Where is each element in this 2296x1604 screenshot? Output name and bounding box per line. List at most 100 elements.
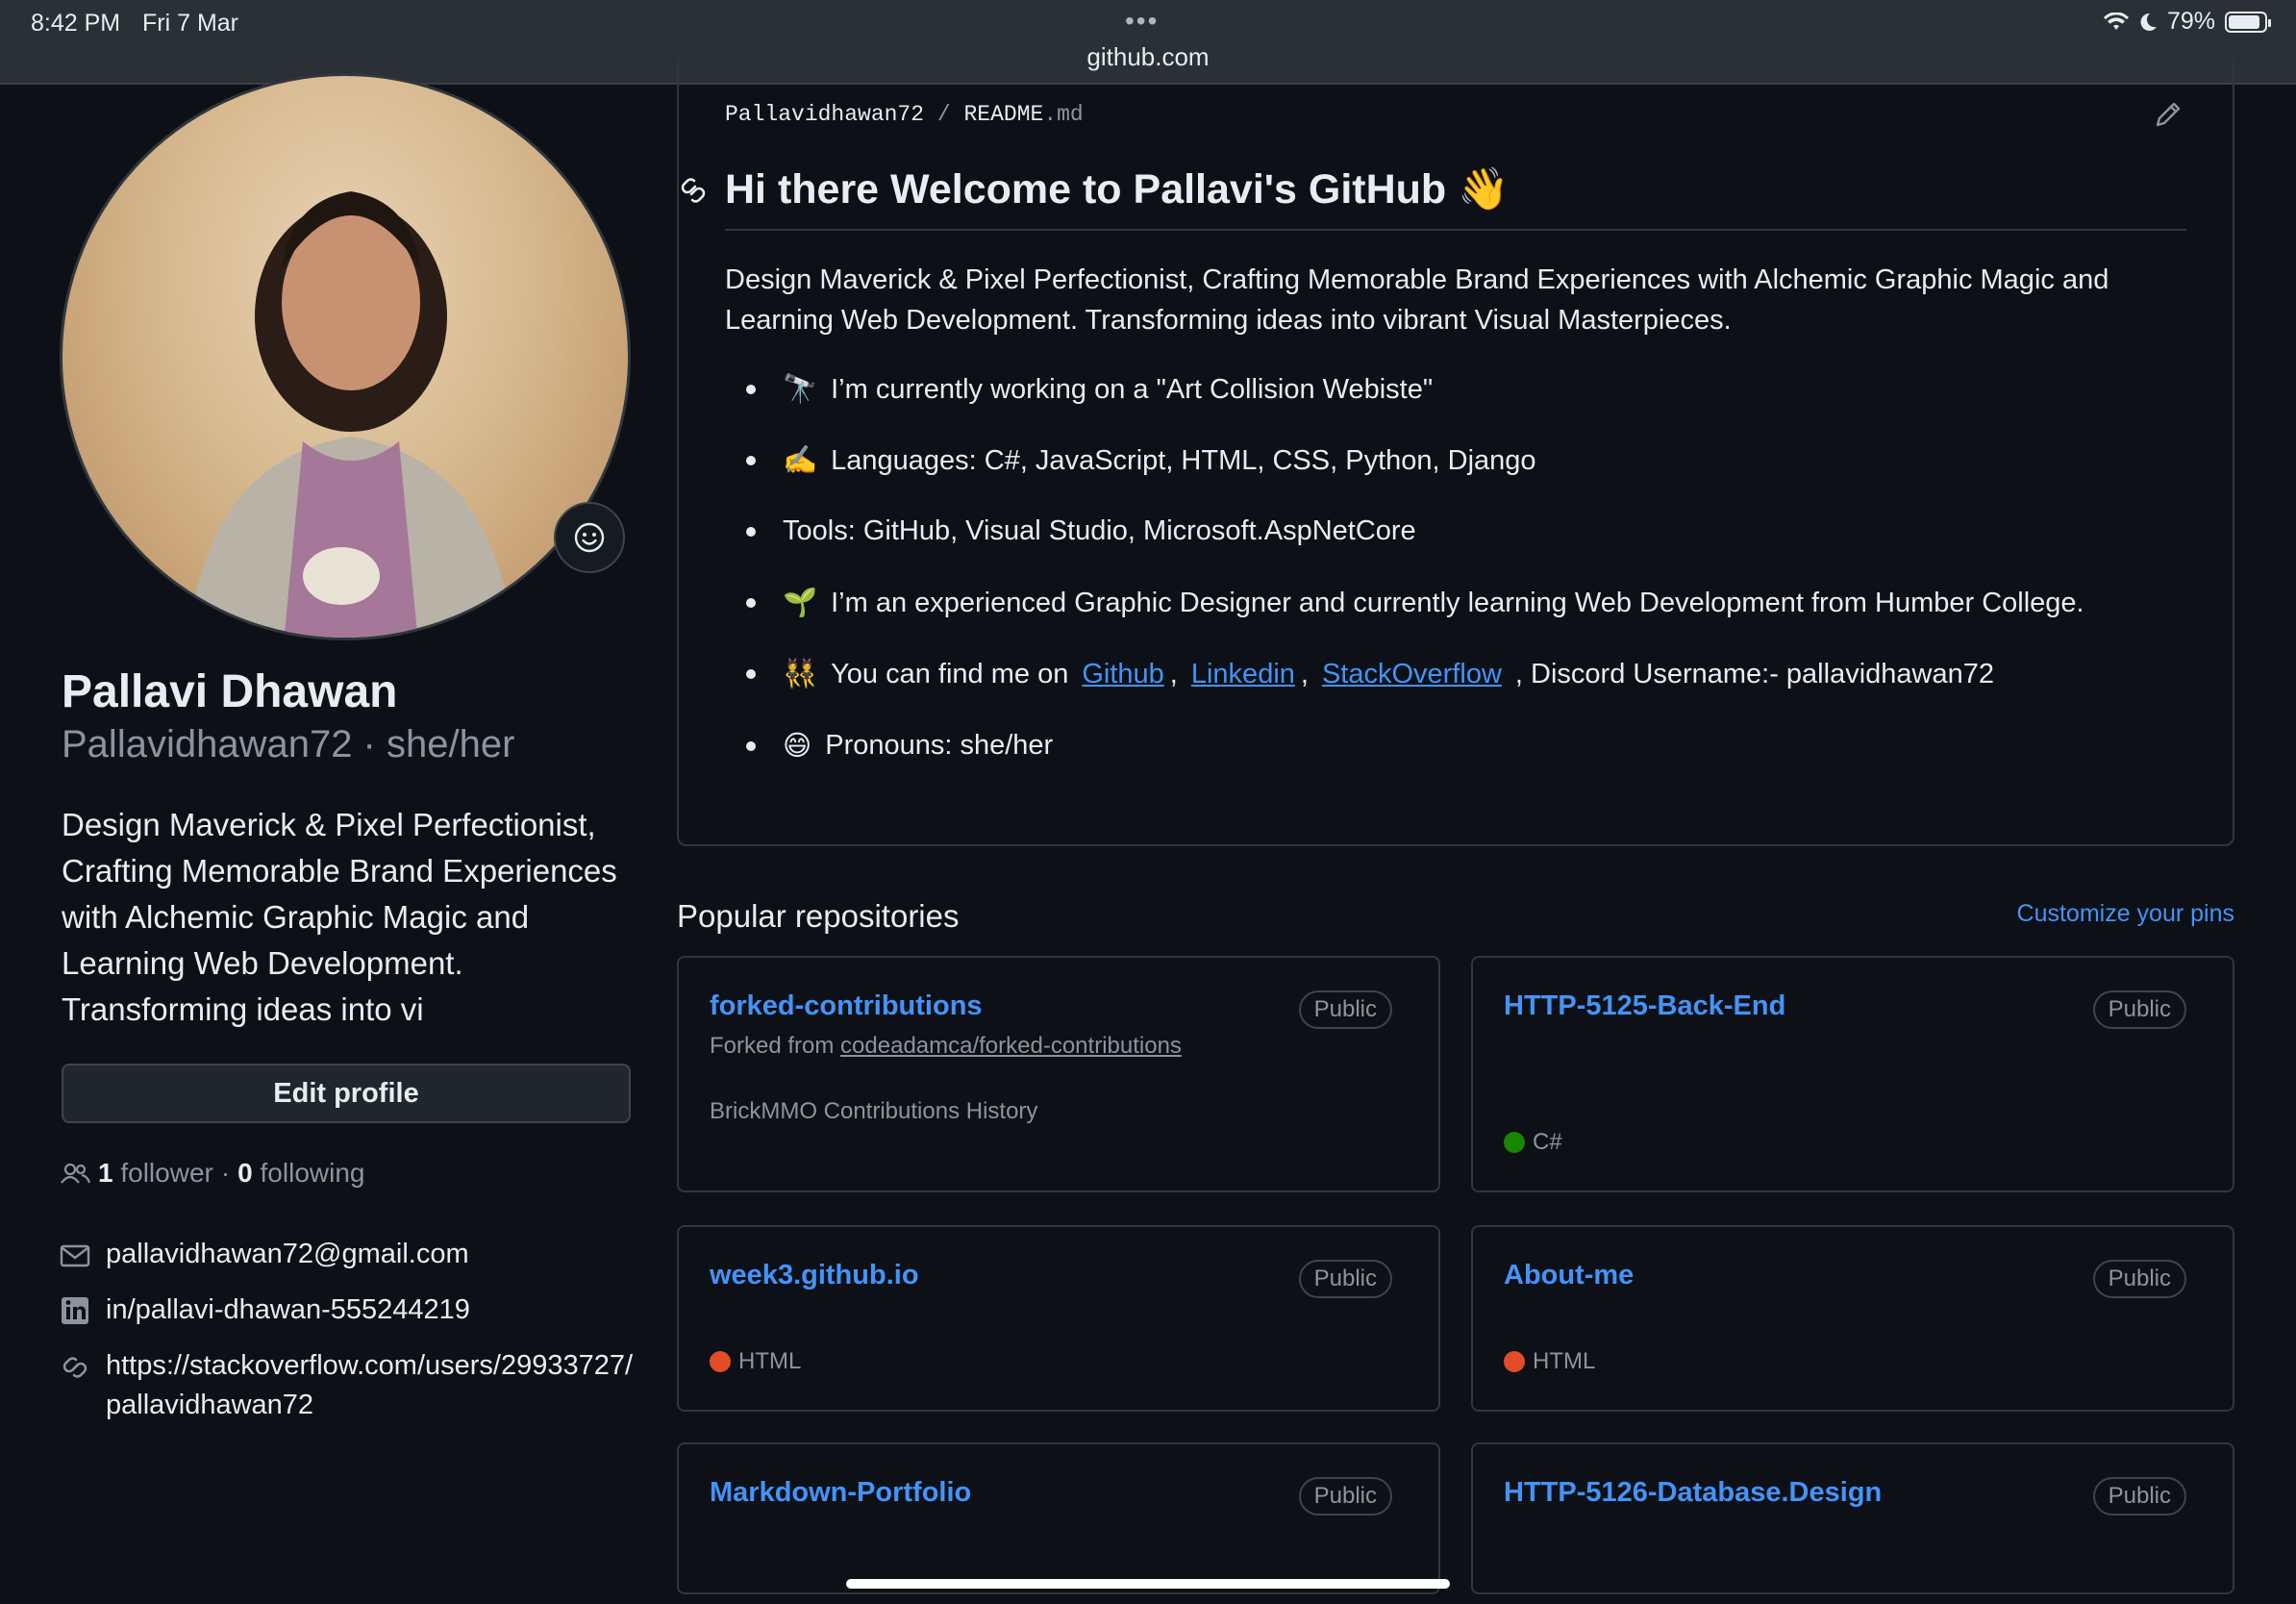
repo-name-link[interactable]: HTTP-5125-Back-End — [1504, 990, 1785, 1022]
linkedin-icon — [62, 1297, 88, 1324]
repo-name-link[interactable]: week3.github.io — [710, 1260, 919, 1291]
bullet-text-suffix: , Discord Username:- pallavidhawan72 — [1514, 658, 1994, 689]
seedling-icon: 🌱 — [783, 588, 818, 618]
bullet-dot — [746, 740, 756, 751]
writing-hand-icon: ✍️ — [783, 445, 818, 476]
readme-bullet: 🔭 I’m currently working on a "Art Collis… — [746, 373, 1433, 406]
forked-prefix: Forked from — [710, 1033, 835, 1059]
bullet-text: Languages: C#, JavaScript, HTML, CSS, Py… — [831, 444, 1536, 476]
telescope-icon: 🔭 — [783, 374, 818, 405]
forked-from-line: Forked from codeadamca/forked-contributi… — [710, 1033, 1182, 1060]
repo-card: week3.github.io Public HTML — [677, 1225, 1440, 1412]
repo-card: Markdown-Portfolio Public — [677, 1442, 1440, 1594]
status-indicators: 79% — [2103, 8, 2271, 36]
email-row: pallavidhawan72@gmail.com — [60, 1235, 469, 1274]
anchor-link-icon — [681, 178, 706, 203]
link-icon — [62, 1357, 87, 1378]
readme-bullet: 🌱 I’m an experienced Graphic Designer an… — [746, 587, 2084, 619]
edit-profile-button[interactable]: Edit profile — [62, 1064, 631, 1123]
home-indicator[interactable] — [846, 1579, 1450, 1589]
mail-icon — [60, 1244, 90, 1267]
multitask-dots-icon[interactable]: ••• — [1125, 6, 1159, 37]
language-label: HTML — [738, 1348, 802, 1374]
language-label: C# — [1533, 1129, 1562, 1155]
forked-source-link[interactable]: codeadamca/forked-contributions — [840, 1033, 1182, 1059]
repo-card: HTTP-5125-Back-End Public C# — [1471, 956, 2234, 1192]
following-count: 0 — [237, 1158, 253, 1188]
language-color-dot — [1504, 1351, 1525, 1372]
bullet-text-prefix: You can find me on — [831, 658, 1069, 689]
readme-heading: Hi there Welcome to Pallavi's GitHub 👋 — [725, 166, 1510, 213]
battery-icon — [2225, 11, 2271, 33]
github-link[interactable]: Github — [1082, 659, 1163, 690]
grinning-face-icon: 😄 — [783, 731, 812, 762]
readme-bullet: 😄 Pronouns: she/her — [746, 729, 1053, 763]
repo-language: HTML — [710, 1348, 801, 1375]
following-link[interactable]: 0 following — [237, 1158, 364, 1189]
customize-pins-link[interactable]: Customize your pins — [2017, 900, 2234, 928]
visibility-badge: Public — [1298, 990, 1392, 1029]
followers-count: 1 — [98, 1158, 113, 1188]
repo-card: About-me Public HTML — [1471, 1225, 2234, 1412]
status-date: Fri 7 Mar — [142, 10, 238, 37]
repo-language: HTML — [1504, 1348, 1595, 1375]
moon-icon — [2140, 13, 2157, 31]
dancers-icon: 👯 — [783, 659, 818, 689]
bullet-dot — [746, 385, 756, 394]
repo-language: C# — [1504, 1129, 1562, 1156]
repo-name-link[interactable]: Markdown-Portfolio — [710, 1477, 971, 1509]
profile-bio: Design Maverick & Pixel Perfectionist, C… — [62, 807, 617, 1027]
status-time: 8:42 PM — [31, 10, 121, 37]
battery-percent: 79% — [2166, 8, 2215, 35]
repo-name-link[interactable]: About-me — [1504, 1260, 1634, 1291]
bullet-text: Tools: GitHub, Visual Studio, Microsoft.… — [783, 515, 1416, 546]
pencil-icon — [2156, 102, 2181, 127]
readme-bullet: 👯 You can find me on Github , Linkedin ,… — [746, 658, 1994, 690]
visibility-badge: Public — [1298, 1477, 1392, 1516]
repo-card: HTTP-5126-Database.Design Public — [1471, 1442, 2234, 1594]
language-color-dot — [710, 1351, 731, 1372]
repo-description: BrickMMO Contributions History — [710, 1098, 1038, 1124]
visibility-badge: Public — [2092, 1477, 2186, 1516]
repo-name-link[interactable]: HTTP-5126-Database.Design — [1504, 1477, 1882, 1509]
edit-readme-button[interactable] — [2154, 100, 2183, 134]
website-row: https://stackoverflow.com/users/29933727… — [60, 1346, 636, 1425]
readme-intro: Design Maverick & Pixel Perfectionist, C… — [725, 264, 2109, 336]
bullet-text: I’m currently working on a "Art Collisio… — [831, 373, 1434, 405]
bullet-text: I’m an experienced Graphic Designer and … — [831, 587, 2084, 618]
followers-label: follower — [120, 1158, 213, 1188]
stackoverflow-link[interactable]: StackOverflow — [1322, 659, 1502, 690]
visibility-badge: Public — [1298, 1260, 1392, 1298]
readme-bullet: Tools: GitHub, Visual Studio, Microsoft.… — [746, 515, 1416, 547]
profile-linkedin-link[interactable]: in/pallavi-dhawan-555244219 — [106, 1291, 470, 1330]
language-label: HTML — [1533, 1348, 1596, 1374]
readme-path-file[interactable]: README — [963, 102, 1043, 127]
bullet-comma: , — [1169, 658, 1178, 689]
readme-path-sep: / — [936, 102, 951, 127]
profile-email-link[interactable]: pallavidhawan72@gmail.com — [106, 1235, 469, 1274]
bullet-dot — [746, 456, 756, 465]
set-status-button[interactable] — [554, 502, 625, 573]
visibility-badge: Public — [2092, 990, 2186, 1029]
popular-repos-heading: Popular repositories — [677, 898, 960, 934]
readme-path-user[interactable]: Pallavidhawan72 — [725, 102, 924, 127]
profile-name: Pallavi Dhawan — [62, 666, 398, 717]
heading-anchor-link[interactable] — [677, 173, 710, 211]
profile-website-link[interactable]: https://stackoverflow.com/users/29933727… — [106, 1346, 635, 1425]
repo-name-link[interactable]: forked-contributions — [710, 990, 983, 1022]
profile-avatar[interactable] — [60, 73, 631, 640]
language-color-dot — [1504, 1132, 1525, 1153]
readme-heading-divider — [725, 229, 2186, 231]
linkedin-link[interactable]: Linkedin — [1191, 659, 1295, 690]
wifi-icon — [2103, 12, 2129, 30]
repo-card: forked-contributions Public Forked from … — [677, 956, 1440, 1192]
readme-path: Pallavidhawan72 / README.md — [725, 102, 1084, 127]
smiley-icon — [574, 522, 605, 553]
follow-separator: · — [220, 1158, 231, 1188]
following-label: following — [260, 1158, 365, 1188]
followers-link[interactable]: 1 follower — [98, 1158, 213, 1189]
profile-username-pronouns: Pallavidhawan72 · she/her — [62, 723, 515, 765]
bullet-text: Pronouns: she/her — [825, 730, 1054, 761]
visibility-badge: Public — [2092, 1260, 2186, 1298]
people-icon — [61, 1163, 90, 1184]
